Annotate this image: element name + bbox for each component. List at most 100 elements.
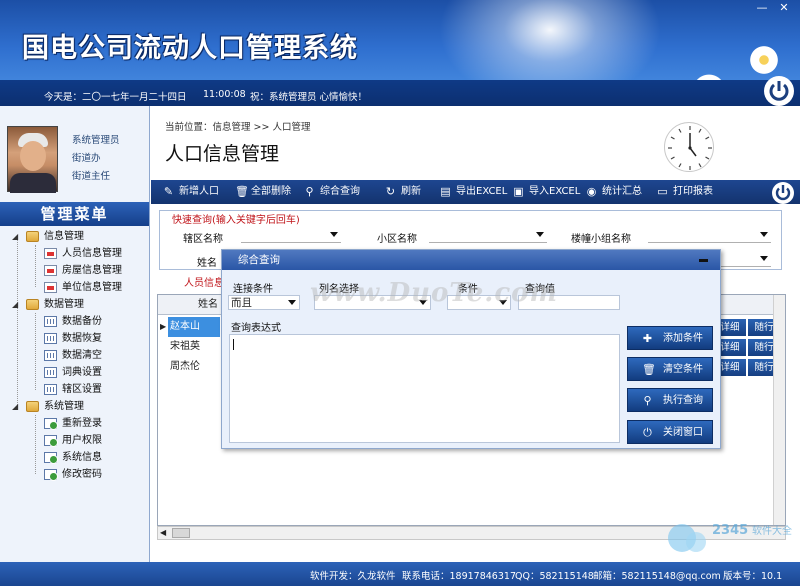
building-label: 楼幢小组名称 <box>571 234 631 245</box>
chevron-down-icon <box>288 300 296 305</box>
print-report-button[interactable]: ▭ 打印报表 <box>657 180 713 204</box>
site-logo: 2345 软件大全 <box>660 512 800 562</box>
district-select[interactable] <box>241 228 341 243</box>
collapse-icon[interactable]: ◢ <box>12 398 18 415</box>
breadcrumb: 当前位置：信息管理 >> 人口管理 <box>165 122 311 133</box>
print-icon: ▭ <box>657 185 668 198</box>
tree-item-backup[interactable]: 数据备份 <box>0 313 149 330</box>
import-excel-button[interactable]: ▣ 导入EXCEL <box>513 180 580 204</box>
collapse-icon[interactable]: ◢ <box>12 296 18 313</box>
folder-icon <box>26 401 39 412</box>
community-label: 小区名称 <box>377 234 417 245</box>
add-person-button[interactable]: ✎ 新增人口 <box>163 180 219 204</box>
greeting-label: 祝：系统管理员 心情愉快！ <box>250 92 368 103</box>
clock-icon <box>664 122 714 172</box>
export-excel-button[interactable]: ▤ 导出EXCEL <box>440 180 507 204</box>
connect-condition-select[interactable]: 而且 <box>228 295 300 310</box>
trash-icon: 🗑 <box>642 363 656 376</box>
power-icon[interactable] <box>772 182 794 204</box>
community-select[interactable] <box>429 228 547 243</box>
user-unit: 街道办 <box>72 153 101 164</box>
table-icon <box>44 384 57 395</box>
chevron-down-icon <box>536 232 544 237</box>
app-header: 国电公司流动人口管理系统 今天是：二〇一七年一月二十四日 11:00:08 祝：… <box>0 0 800 106</box>
minimize-button[interactable]: — <box>753 0 771 16</box>
document-icon <box>44 282 57 293</box>
table-icon <box>44 350 57 361</box>
building-select[interactable] <box>648 228 771 243</box>
scroll-thumb[interactable] <box>172 528 190 538</box>
district-label: 辖区名称 <box>183 234 223 245</box>
refresh-button[interactable]: ↻ 刷新 <box>385 180 421 204</box>
user-role: 系统管理员 <box>72 135 120 146</box>
vertical-scrollbar[interactable] <box>773 295 785 525</box>
add-condition-button[interactable]: ✚ 添加条件 <box>627 326 713 350</box>
scroll-left-icon[interactable]: ◀ <box>160 528 166 537</box>
document-icon <box>44 265 57 276</box>
settings-icon <box>44 469 58 481</box>
date-label: 今天是：二〇一七年一月二十四日 <box>44 92 187 103</box>
collapse-icon[interactable]: ◢ <box>12 228 18 245</box>
list-title: 人员信息 <box>184 278 224 289</box>
tree-item-house-info[interactable]: 房屋信息管理 <box>0 262 149 279</box>
menu-tree: ◢ 信息管理 人员信息管理 房屋信息管理 单位信息管理 ◢ 数据管理 数据备份 … <box>0 228 149 483</box>
person-name: 周杰伦 <box>170 361 200 372</box>
statistics-button[interactable]: ◉ 统计汇总 <box>586 180 642 204</box>
watermark: www.DuoTe.com <box>310 278 559 308</box>
email-label: 邮箱：582115148@qq.com <box>593 571 721 582</box>
refresh-icon: ↻ <box>385 185 396 198</box>
tree-item-permissions[interactable]: 用户权限 <box>0 432 149 449</box>
flower-decoration <box>748 44 780 76</box>
svg-text:软件大全: 软件大全 <box>752 524 792 537</box>
tree-item-unit-info[interactable]: 单位信息管理 <box>0 279 149 296</box>
dialog-title: 综合查询 <box>222 250 720 270</box>
delete-all-button[interactable]: 🗑 全部删除 <box>235 180 291 204</box>
table-icon <box>44 367 57 378</box>
settings-icon <box>44 418 58 430</box>
tree-item-person-info[interactable]: 人员信息管理 <box>0 245 149 262</box>
chevron-down-icon <box>760 256 768 261</box>
tree-item-restore[interactable]: 数据恢复 <box>0 330 149 347</box>
user-title: 街道主任 <box>72 171 111 182</box>
close-dialog-button[interactable]: ⏻ 关闭窗口 <box>627 420 713 444</box>
developer-label: 软件开发：久龙软件 <box>310 571 396 582</box>
row-pointer-icon: ▶ <box>160 322 167 331</box>
clear-condition-button[interactable]: 🗑 清空条件 <box>627 357 713 381</box>
tree-item-relogin[interactable]: 重新登录 <box>0 415 149 432</box>
toolbar: ✎ 新增人口 🗑 全部删除 ⚲ 综合查询 ↻ 刷新 ▤ 导出EXCEL ▣ 导入EXCEL … <box>151 180 800 204</box>
search-icon: ⚲ <box>305 185 314 198</box>
export-icon: ▤ <box>440 185 451 198</box>
app-title: 国电公司流动人口管理系统 <box>22 33 358 64</box>
power-icon: ⏻ <box>643 426 652 439</box>
person-name: 宋祖英 <box>170 341 200 352</box>
left-panel: 系统管理员 街道办 街道主任 管理菜单 ◢ 信息管理 人员信息管理 房屋信息管理… <box>0 106 150 562</box>
user-avatar <box>7 126 58 193</box>
tree-group-system[interactable]: ◢ 系统管理 <box>0 398 149 415</box>
connect-condition-label: 连接条件 <box>233 284 273 295</box>
tree-group-info[interactable]: ◢ 信息管理 <box>0 228 149 245</box>
version-label: 版本号：10.1 <box>723 571 783 582</box>
query-expression-textarea[interactable] <box>229 334 620 443</box>
import-icon: ▣ <box>513 185 524 198</box>
dialog-minimize-button[interactable] <box>699 259 708 262</box>
chevron-down-icon <box>330 232 338 237</box>
tree-group-data[interactable]: ◢ 数据管理 <box>0 296 149 313</box>
tree-item-sysinfo[interactable]: 系统信息 <box>0 449 149 466</box>
qq-label: QQ：582115148 <box>515 571 594 582</box>
tree-item-password[interactable]: 修改密码 <box>0 466 149 483</box>
folder-icon <box>26 231 39 242</box>
settings-icon <box>44 452 58 464</box>
execute-query-button[interactable]: ⚲ 执行查询 <box>627 388 713 412</box>
tree-item-dictionary[interactable]: 词典设置 <box>0 364 149 381</box>
close-window-button[interactable]: ✕ <box>775 0 793 16</box>
name-label: 姓名 <box>197 258 217 269</box>
name-column-header[interactable]: 姓名 <box>198 295 218 315</box>
search-icon: ⚲ <box>643 394 652 407</box>
edit-icon: ✎ <box>163 185 174 198</box>
exit-power-icon[interactable] <box>764 76 794 106</box>
settings-icon <box>44 435 58 447</box>
tree-item-clear[interactable]: 数据清空 <box>0 347 149 364</box>
combined-query-button[interactable]: ⚲ 综合查询 <box>304 180 360 204</box>
time-label: 11:00:08 <box>203 89 246 100</box>
tree-item-district[interactable]: 辖区设置 <box>0 381 149 398</box>
